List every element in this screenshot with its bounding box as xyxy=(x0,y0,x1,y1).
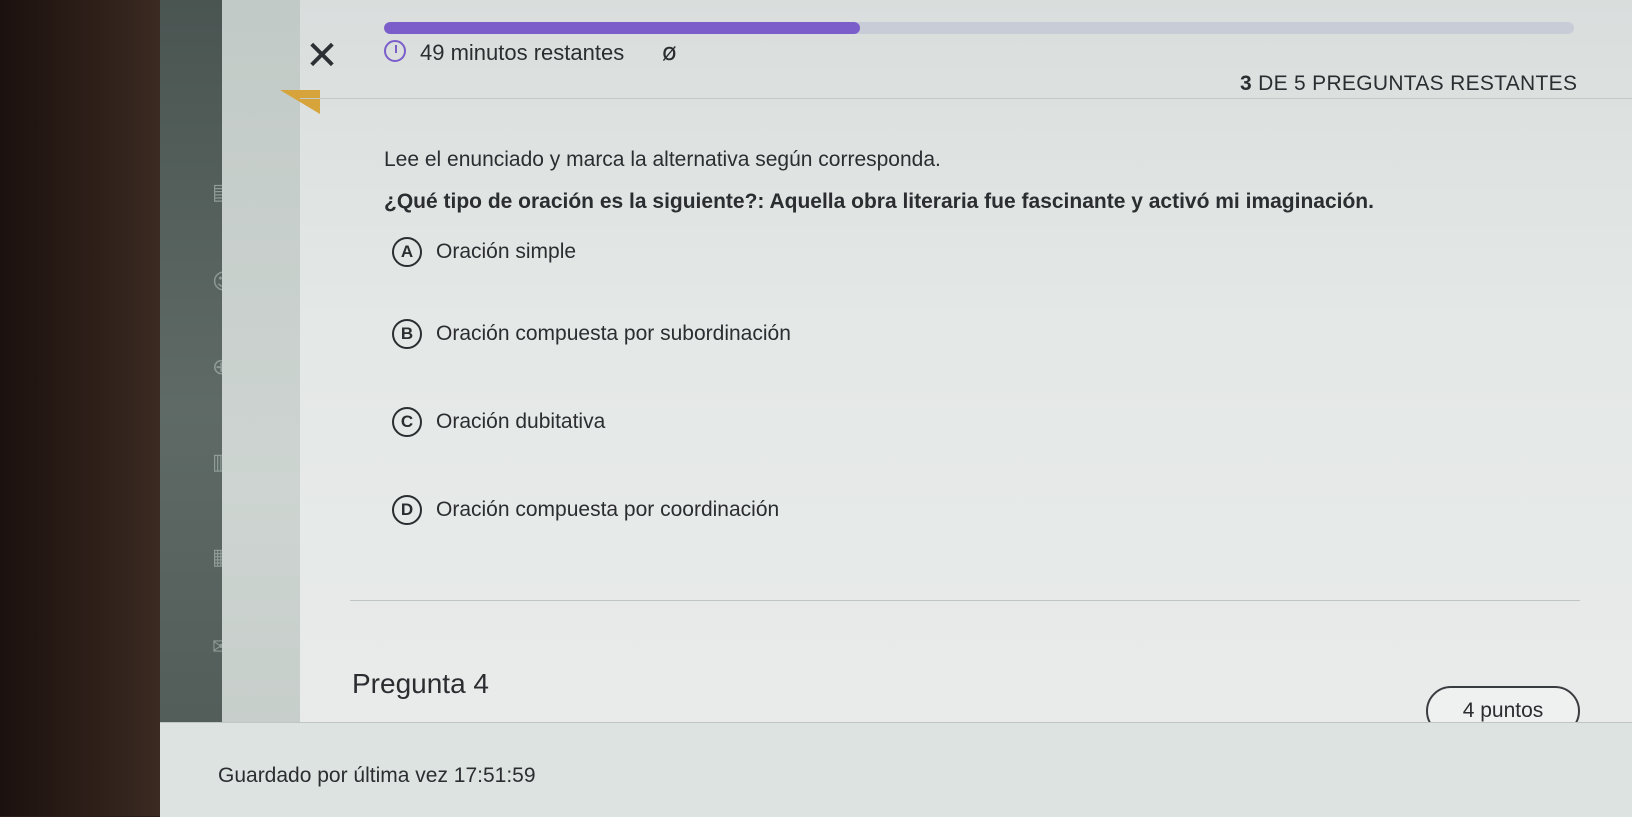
questions-remaining-count: 3 xyxy=(1240,72,1252,95)
option-letter: A xyxy=(392,237,422,267)
option-letter: B xyxy=(392,319,422,349)
quiz-progress-bar xyxy=(384,22,1574,34)
close-icon[interactable]: ✕ xyxy=(302,36,342,76)
questions-remaining-label: DE 5 PREGUNTAS RESTANTES xyxy=(1258,72,1578,95)
questions-remaining: 3 DE 5 PREGUNTAS RESTANTES xyxy=(1240,72,1577,96)
last-saved-text: Guardado por última vez 17:51:59 xyxy=(218,764,536,787)
question-divider xyxy=(350,600,1580,601)
option-letter: C xyxy=(392,407,422,437)
accent-flag xyxy=(280,90,320,114)
side-panel xyxy=(222,0,300,816)
option-label: Oración simple xyxy=(436,240,577,263)
option-label: Oración dubitativa xyxy=(436,410,606,433)
header-divider xyxy=(300,98,1632,99)
question-text: ¿Qué tipo de oración es la siguiente?: A… xyxy=(384,190,1374,213)
option-letter: D xyxy=(392,495,422,525)
device-bezel xyxy=(0,0,160,816)
time-remaining: 49 minutos restantes xyxy=(420,40,625,65)
quiz-progress-fill xyxy=(384,22,860,34)
screen: ▤ ☺ ⊕ ▥ ▦ ✉ ✕ 49 minutos restantes ø 3 D… xyxy=(0,0,1632,817)
option-a[interactable]: A Oración simple xyxy=(386,236,576,268)
option-d[interactable]: D Oración compuesta por coordinación xyxy=(386,494,779,526)
option-b[interactable]: B Oración compuesta por subordinación xyxy=(386,318,791,350)
left-rail xyxy=(160,0,222,816)
option-c[interactable]: C Oración dubitativa xyxy=(386,406,605,438)
option-label: Oración compuesta por subordinación xyxy=(436,322,791,345)
eye-slash-icon[interactable]: ø xyxy=(662,40,690,64)
option-label: Oración compuesta por coordinación xyxy=(436,498,780,521)
next-question-title: Pregunta 4 xyxy=(352,668,489,699)
clock-icon xyxy=(384,40,406,62)
question-instruction: Lee el enunciado y marca la alternativa … xyxy=(384,148,941,171)
